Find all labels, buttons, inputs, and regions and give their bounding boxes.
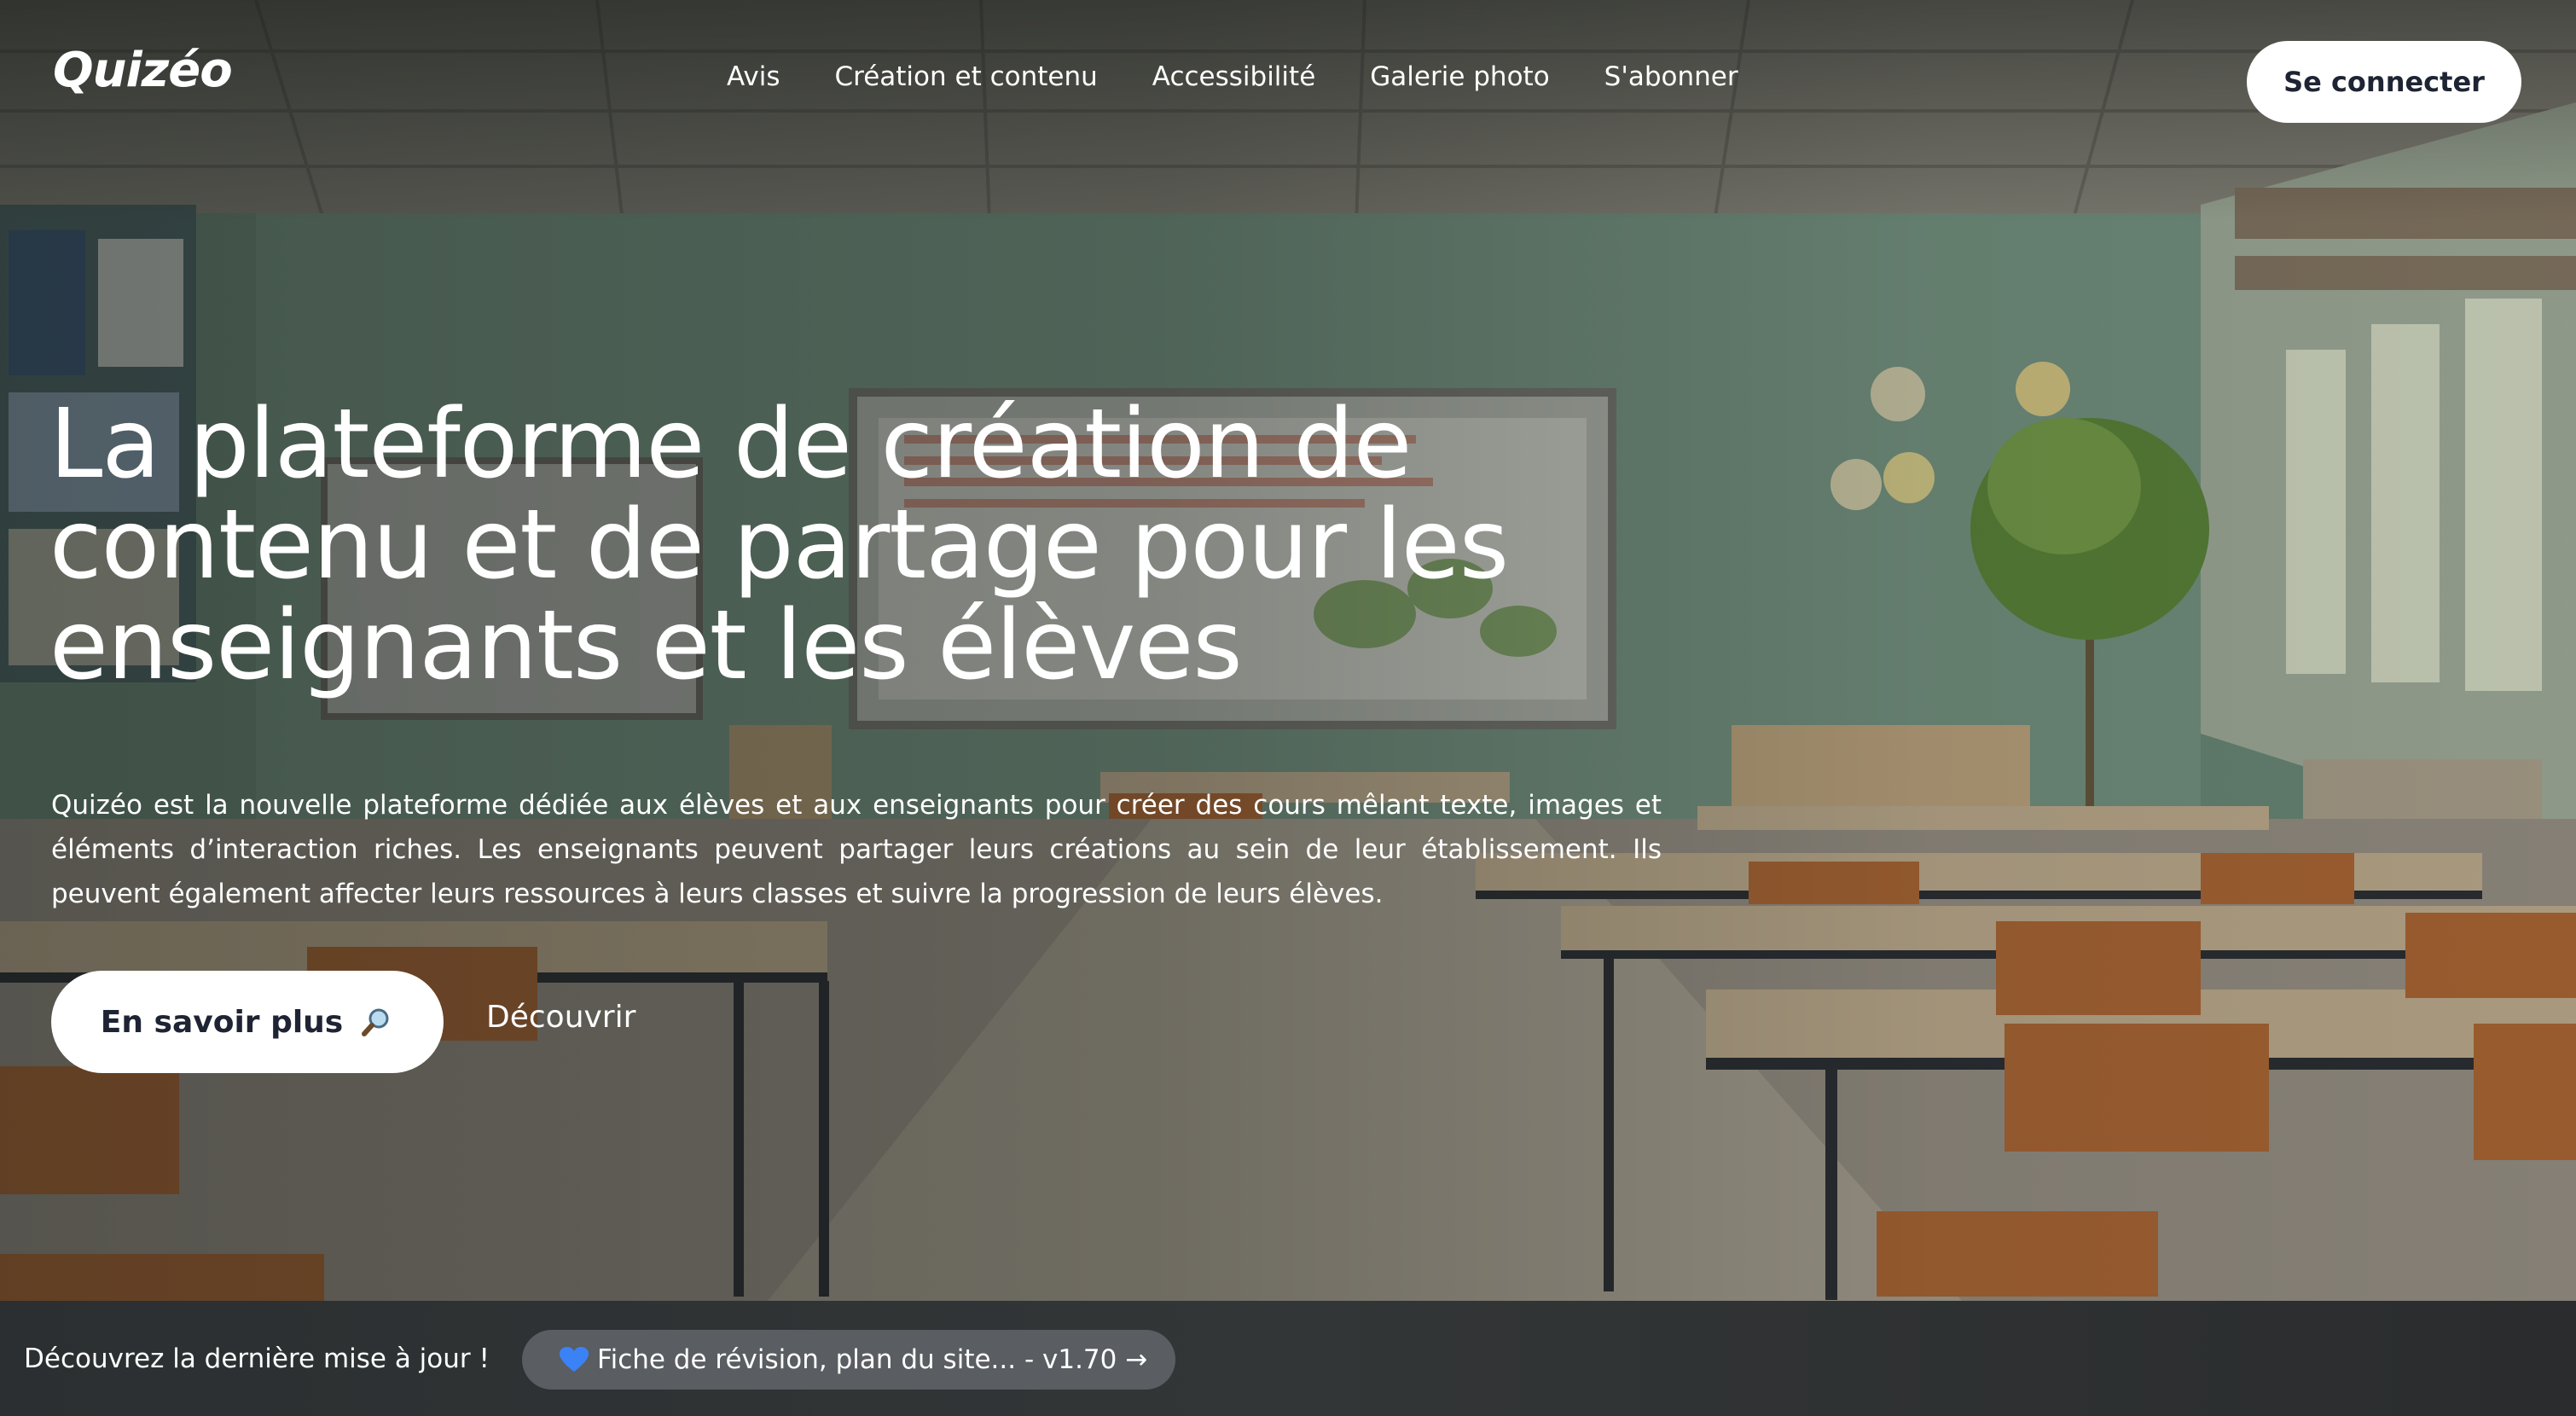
nav-link-avis[interactable]: Avis	[727, 61, 780, 92]
update-banner: Découvrez la dernière mise à jour ! Fich…	[0, 1301, 2576, 1416]
login-button[interactable]: Se connecter	[2247, 41, 2521, 123]
hero-description: Quizéo est la nouvelle plateforme dédiée…	[51, 790, 1662, 909]
learn-more-label: En savoir plus	[100, 1004, 344, 1040]
nav-link-accessibilite[interactable]: Accessibilité	[1152, 61, 1315, 92]
update-banner-text: Découvrez la dernière mise à jour !	[24, 1343, 490, 1374]
magnifying-glass-icon	[360, 1005, 394, 1039]
update-release-pill[interactable]: Fiche de révision, plan du site... - v1.…	[522, 1330, 1175, 1390]
learn-more-button[interactable]: En savoir plus	[51, 971, 444, 1073]
nav-link-sabonner[interactable]: S'abonner	[1604, 61, 1738, 92]
site-logo[interactable]: Quizéo	[53, 43, 233, 98]
update-release-label: Fiche de révision, plan du site... - v1.…	[597, 1344, 1148, 1375]
main-nav: Avis Création et contenu Accessibilité G…	[727, 61, 1738, 92]
nav-link-creation-contenu[interactable]: Création et contenu	[835, 61, 1098, 92]
hero-title: La plateforme de création de contenu et …	[49, 389, 1509, 701]
site-header: Quizéo Avis Création et contenu Accessib…	[0, 0, 2576, 162]
discover-link[interactable]: Découvrir	[486, 1000, 635, 1035]
nav-link-galerie-photo[interactable]: Galerie photo	[1370, 61, 1549, 92]
blue-heart-icon	[560, 1347, 589, 1372]
